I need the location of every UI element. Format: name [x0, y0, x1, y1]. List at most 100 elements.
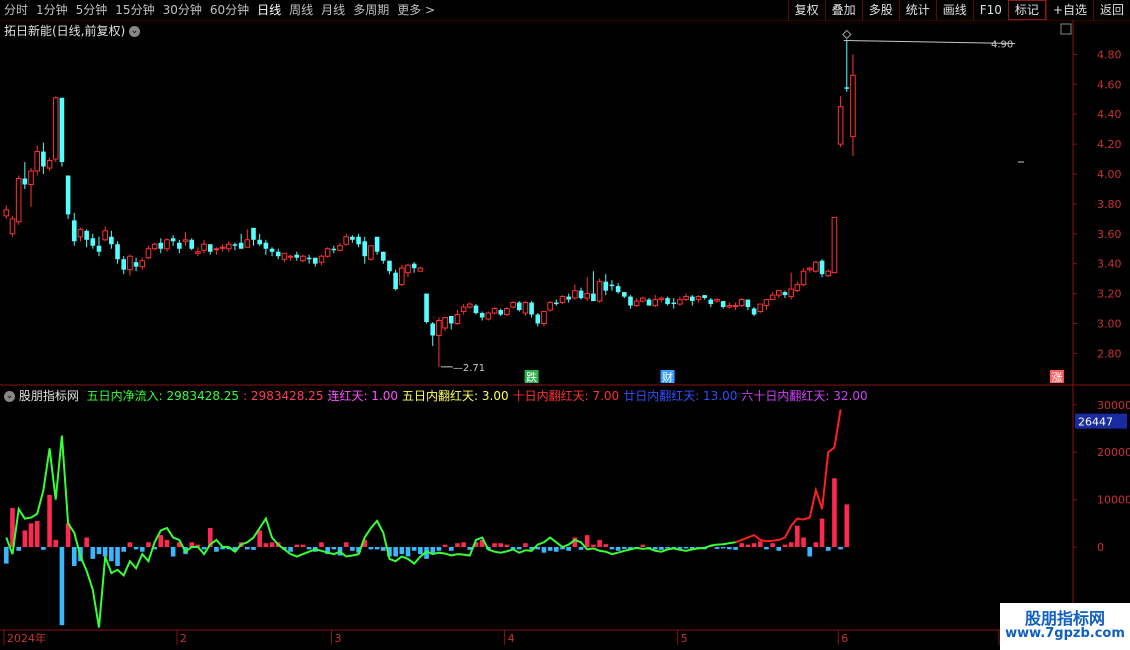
candle-body	[350, 236, 355, 240]
flow-bar	[368, 547, 374, 550]
candle-body	[368, 245, 374, 260]
candle-body	[652, 299, 659, 307]
candle-body	[294, 254, 300, 258]
candle-body	[139, 260, 146, 268]
candle-body	[714, 299, 720, 302]
candle-body	[596, 281, 603, 302]
flow-bar	[331, 547, 337, 550]
flow-bar	[770, 543, 775, 547]
candle-body	[411, 263, 417, 269]
flow-bar	[578, 547, 584, 550]
candle-body	[671, 302, 677, 305]
candle-body	[232, 244, 238, 246]
candle-body	[405, 264, 411, 274]
candle-body	[46, 160, 53, 169]
flow-tick-label: 10000	[1097, 494, 1130, 507]
candle-body	[615, 286, 621, 293]
candle-body	[109, 236, 114, 245]
flow-bar	[418, 547, 423, 555]
candle-body	[547, 302, 553, 311]
flow-bar	[504, 544, 510, 547]
diamond-icon	[842, 29, 852, 40]
price-tick-label: 2.80	[1097, 347, 1122, 360]
flow-bar	[547, 547, 553, 551]
flow-bar	[306, 547, 312, 550]
candle-body	[133, 262, 139, 267]
candle-body	[102, 230, 108, 241]
price-tick-label: 4.60	[1097, 78, 1122, 91]
flow-bar	[615, 547, 621, 551]
candle-body	[844, 87, 850, 89]
flow-bar	[22, 530, 28, 547]
date-label: 6	[841, 632, 848, 645]
candle-body	[84, 230, 89, 240]
flow-bar	[739, 543, 745, 547]
candle-body	[244, 239, 251, 248]
flow-bar	[71, 547, 77, 566]
candle-body	[628, 296, 633, 306]
flow-tick-label: 30000	[1097, 399, 1130, 412]
legend-item-6: 六十日内翻红天: 32.00	[741, 389, 868, 403]
candle-body	[738, 299, 745, 307]
price-tick-label: 3.40	[1097, 258, 1122, 271]
chevron-down-icon[interactable]: ⌄	[129, 26, 141, 37]
date-label: 2	[180, 632, 187, 645]
candle-body	[498, 310, 503, 315]
candle-body	[9, 218, 16, 235]
candle-body	[460, 306, 467, 313]
candle-body	[3, 209, 10, 217]
flow-bar	[269, 542, 275, 547]
candle-body	[343, 236, 349, 245]
candle-body	[510, 302, 516, 308]
candle-body	[90, 238, 96, 246]
flow-line-red	[735, 409, 842, 544]
candle-body	[238, 242, 244, 249]
candle-body	[491, 308, 498, 314]
candle-body	[393, 272, 398, 290]
candle-body	[732, 305, 739, 308]
flow-bar	[819, 518, 825, 547]
candle-body	[189, 239, 194, 249]
flow-bar	[90, 547, 96, 559]
candle-body	[41, 151, 46, 167]
high-pointer	[843, 39, 1016, 44]
price-tick-label: 3.20	[1097, 288, 1122, 301]
candle-body	[201, 243, 207, 251]
legend-item-2: 连红天: 1.00	[327, 389, 399, 403]
flow-bar	[350, 547, 355, 551]
candle-body	[374, 236, 380, 252]
pane-toggle-icon[interactable]	[1060, 23, 1072, 35]
flow-bar	[133, 547, 139, 550]
stock-chart[interactable]: 4.80 4.60 4.40 4.20 4.00 3.80 3.60 3.40 3.20 3.00…	[0, 0, 1130, 650]
flow-bar	[263, 543, 269, 547]
candle-body	[59, 97, 65, 163]
flow-bar	[16, 547, 21, 551]
candle-body	[77, 228, 84, 238]
flow-bar	[47, 494, 52, 547]
candle-body	[121, 259, 127, 270]
candle-body	[479, 313, 485, 318]
flow-bar	[109, 547, 114, 562]
flow-bar	[622, 547, 627, 549]
candle-body	[665, 298, 670, 305]
candle-body	[726, 305, 733, 308]
candle-body	[251, 227, 256, 240]
candle-body	[430, 323, 436, 336]
flow-bar	[727, 547, 732, 550]
candle-body	[646, 299, 652, 306]
flow-bar	[139, 547, 145, 552]
candle-body	[275, 251, 281, 257]
candle-body	[554, 302, 559, 305]
candle-body	[800, 270, 807, 286]
current-value-label: 26447	[1078, 416, 1113, 429]
candle-body	[591, 293, 596, 302]
candle-body	[708, 299, 714, 305]
chevron-down-icon[interactable]: ⌄	[4, 391, 15, 402]
candle-body	[164, 239, 170, 250]
candle-body	[633, 300, 640, 307]
flow-bar	[825, 547, 831, 551]
date-label: 2024年	[7, 631, 46, 645]
flow-bar	[436, 547, 442, 551]
candle-body	[52, 97, 59, 160]
flow-bar	[53, 539, 59, 547]
